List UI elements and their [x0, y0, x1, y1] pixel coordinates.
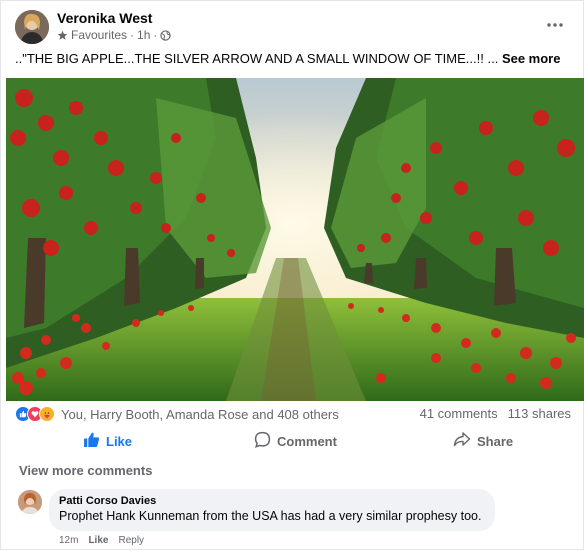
post-card: Veronika West Favourites · 1h · .."THE B… [0, 0, 584, 550]
meta-separator: · [153, 28, 158, 42]
comment-icon [254, 431, 271, 451]
post-actions: Like Comment Share [1, 429, 584, 455]
post-meta: Favourites · 1h · [57, 28, 172, 42]
view-more-comments-link[interactable]: View more comments [19, 463, 152, 478]
reaction-icons [15, 406, 55, 422]
see-more-link[interactable]: See more [502, 51, 561, 66]
reactions-summary[interactable]: You, Harry Booth, Amanda Rose and 408 ot… [15, 406, 339, 422]
post-time[interactable]: 1h [137, 28, 150, 42]
comment-bubble: Patti Corso Davies Prophet Hank Kunneman… [49, 489, 495, 531]
comment-button[interactable]: Comment [254, 429, 337, 453]
comments-count[interactable]: 41 comments [420, 406, 498, 421]
share-icon [453, 431, 471, 451]
like-label: Like [106, 433, 133, 449]
comment-time[interactable]: 12m [59, 535, 78, 546]
care-reaction-icon [39, 406, 55, 422]
comment-like-link[interactable]: Like [88, 535, 108, 546]
engagement-counts: 41 comments 113 shares [420, 406, 571, 421]
like-button[interactable]: Like [83, 429, 132, 453]
meta-separator: · [130, 28, 135, 42]
comment-text: Prophet Hank Kunneman from the USA has h… [59, 509, 482, 523]
audience-label[interactable]: Favourites [71, 28, 127, 42]
star-icon [57, 30, 68, 41]
thumbs-up-icon [83, 431, 100, 451]
globe-icon [160, 29, 172, 41]
more-options-button[interactable] [543, 11, 567, 35]
commenter-name[interactable]: Patti Corso Davies [59, 495, 485, 507]
share-button[interactable]: Share [453, 429, 513, 453]
shares-count[interactable]: 113 shares [508, 406, 571, 421]
author-name[interactable]: Veronika West [57, 10, 152, 26]
comment-reply-link[interactable]: Reply [118, 535, 144, 546]
post-caption: .."THE BIG APPLE...THE SILVER ARROW AND … [15, 51, 560, 66]
author-avatar[interactable] [15, 10, 49, 44]
reactions-text: You, Harry Booth, Amanda Rose and 408 ot… [61, 406, 339, 422]
comment-footer: 12m Like Reply [59, 535, 144, 546]
more-options-icon [547, 14, 563, 32]
commenter-avatar[interactable] [18, 490, 42, 514]
share-label: Share [477, 433, 514, 449]
post-image[interactable] [6, 78, 584, 401]
comment-label: Comment [277, 433, 337, 449]
caption-text: .."THE BIG APPLE...THE SILVER ARROW AND … [15, 51, 499, 66]
